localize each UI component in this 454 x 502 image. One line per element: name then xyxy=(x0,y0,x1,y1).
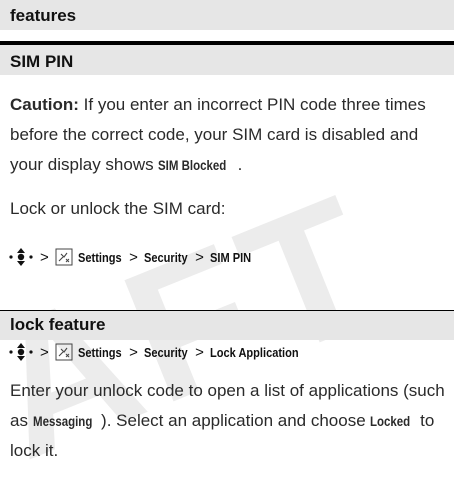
sim-blocked-label: SIM Blocked xyxy=(158,157,227,173)
path-separator: > xyxy=(195,343,204,361)
settings-path-item: Settings xyxy=(77,249,122,265)
locked-label: Locked xyxy=(370,413,411,429)
caution-paragraph: Caution: If you enter an incorrect PIN c… xyxy=(10,90,448,180)
lock-feature-paragraph: Enter your unlock code to open a list of… xyxy=(10,376,448,466)
sim-pin-menu-path: > Settings > Security > SIM PIN xyxy=(8,245,258,269)
messaging-label: Messaging xyxy=(32,413,93,429)
sim-pin-path-item: SIM PIN xyxy=(209,249,252,265)
path-separator: > xyxy=(129,248,138,266)
path-separator: > xyxy=(195,248,204,266)
security-path-item: Security xyxy=(143,344,188,360)
path-separator: > xyxy=(40,248,49,266)
lock-instruction: Lock or unlock the SIM card: xyxy=(10,199,226,218)
section-label: features xyxy=(10,6,77,25)
settings-path-item: Settings xyxy=(77,344,122,360)
settings-icon xyxy=(55,248,73,266)
lock-feature-title: lock feature xyxy=(10,315,106,334)
caution-text-end: . xyxy=(237,155,243,174)
lock-feature-menu-path: > Settings > Security > Lock Application xyxy=(8,340,314,364)
path-separator: > xyxy=(129,343,138,361)
nav-key-icon xyxy=(8,341,34,363)
settings-icon xyxy=(55,343,73,361)
sim-pin-title: SIM PIN xyxy=(10,52,74,71)
caution-label: Caution: xyxy=(10,95,79,114)
security-path-item: Security xyxy=(143,249,188,265)
lock-application-path-item: Lock Application xyxy=(209,344,299,360)
path-separator: > xyxy=(40,343,49,361)
lock-feature-text: ). Select an application and choose xyxy=(101,411,371,430)
nav-key-icon xyxy=(8,246,34,268)
